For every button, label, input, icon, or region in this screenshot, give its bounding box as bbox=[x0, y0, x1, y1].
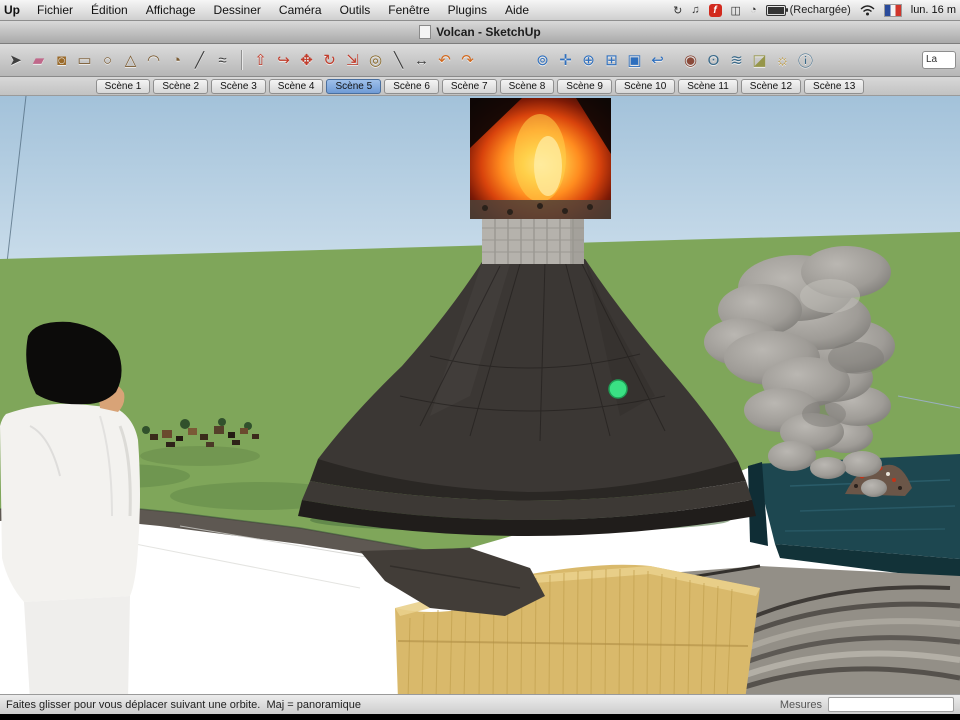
select-tool-icon[interactable]: ➤ bbox=[4, 48, 27, 72]
zoom-extents-tool-icon[interactable]: ▣ bbox=[623, 48, 646, 72]
battery-label: (Rechargée) bbox=[789, 4, 851, 16]
section-plane-tool-icon[interactable]: ◪ bbox=[748, 48, 771, 72]
model-canvas[interactable] bbox=[0, 96, 960, 694]
time-machine-icon[interactable]: ◔ bbox=[750, 4, 757, 16]
toolbar-group-walkthrough: ◉ ʘ ≋ ◪ ☼ ⓘ bbox=[679, 48, 817, 72]
scene-tab-3[interactable]: Scène 3 bbox=[211, 78, 266, 94]
circle-tool-icon[interactable]: ○ bbox=[96, 48, 119, 72]
bottom-black-strip bbox=[0, 714, 960, 720]
menu-bar: Up Fichier Édition Affichage Dessiner Ca… bbox=[0, 0, 960, 21]
french-flag-icon[interactable] bbox=[883, 3, 902, 17]
toolbar-group-draw: ➤ ▰ ◙ ▭ ○ △ ◠ ◔ ╱ ≈ ⇧ ↪ ✥ ↻ ⇲ ◎ ╲ ↔ ↶ ↷ bbox=[4, 48, 479, 72]
zoom-tool-icon[interactable]: ⊕ bbox=[577, 48, 600, 72]
status-hint: Faites glisser pour vous déplacer suivan… bbox=[6, 698, 361, 711]
menu-clock[interactable]: lun. 16 m bbox=[911, 4, 956, 16]
menu-camera[interactable]: Caméra bbox=[270, 3, 331, 17]
scene-tab-4[interactable]: Scène 4 bbox=[268, 78, 324, 94]
lava-billboard bbox=[470, 98, 611, 219]
tape-measure-tool-icon[interactable]: ╲ bbox=[387, 48, 410, 72]
toolbar: ➤ ▰ ◙ ▭ ○ △ ◠ ◔ ╱ ≈ ⇧ ↪ ✥ ↻ ⇲ ◎ ╲ ↔ ↶ ↷ … bbox=[0, 44, 960, 77]
measures-box: Mesures bbox=[780, 697, 954, 712]
rectangle-tool-icon[interactable]: ▭ bbox=[73, 48, 96, 72]
pie-tool-icon[interactable]: ◔ bbox=[165, 48, 188, 72]
facetime-icon[interactable]: f bbox=[708, 3, 722, 17]
battery-icon bbox=[765, 4, 788, 16]
menu-outils[interactable]: Outils bbox=[331, 3, 380, 17]
title-bar[interactable]: Volcan - SketchUp bbox=[0, 21, 960, 44]
zoom-window-tool-icon[interactable]: ⊞ bbox=[600, 48, 623, 72]
menu-extras: ↻ ♫ f ◫ ◔ (Rechargée) lun. 16 m bbox=[673, 3, 960, 17]
scale-tool-icon[interactable]: ⇲ bbox=[341, 48, 364, 72]
scene-tab-13[interactable]: Scène 13 bbox=[804, 78, 865, 94]
music-icon[interactable]: ♫ bbox=[691, 4, 699, 16]
menu-edition[interactable]: Édition bbox=[82, 3, 137, 17]
sync-icon[interactable]: ↻ bbox=[673, 4, 682, 17]
redo-icon[interactable]: ↷ bbox=[456, 48, 479, 72]
menu-fichier[interactable]: Fichier bbox=[28, 3, 82, 17]
model-info-icon[interactable]: ⓘ bbox=[794, 48, 817, 72]
scene-tab-10[interactable]: Scène 10 bbox=[615, 78, 676, 94]
scene-tab-12[interactable]: Scène 12 bbox=[740, 78, 802, 94]
look-around-tool-icon[interactable]: ʘ bbox=[702, 48, 725, 72]
menu-aide[interactable]: Aide bbox=[496, 3, 538, 17]
pan-tool-icon[interactable]: ✛ bbox=[554, 48, 577, 72]
line-tool-icon[interactable]: ╱ bbox=[188, 48, 211, 72]
position-camera-tool-icon[interactable]: ◉ bbox=[679, 48, 702, 72]
walk-tool-icon[interactable]: ≋ bbox=[725, 48, 748, 72]
battery-status[interactable]: (Rechargée) bbox=[765, 4, 851, 16]
sketchup-window: Up Fichier Édition Affichage Dessiner Ca… bbox=[0, 0, 960, 720]
freehand-tool-icon[interactable]: ≈ bbox=[211, 48, 234, 72]
menu-dessiner[interactable]: Dessiner bbox=[205, 3, 270, 17]
push-pull-tool-icon[interactable]: ⇧ bbox=[249, 48, 272, 72]
dimension-tool-icon[interactable]: ↔ bbox=[410, 48, 433, 72]
scene-tab-5[interactable]: Scène 5 bbox=[326, 78, 382, 94]
previous-view-icon[interactable]: ↩ bbox=[646, 48, 669, 72]
scene-tab-1[interactable]: Scène 1 bbox=[95, 78, 151, 94]
toolbar-group-camera: ⊚ ✛ ⊕ ⊞ ▣ ↩ bbox=[531, 48, 669, 72]
arc-tool-icon[interactable]: ◠ bbox=[142, 48, 165, 72]
paint-bucket-tool-icon[interactable]: ◙ bbox=[50, 48, 73, 72]
scene-tab-2[interactable]: Scène 2 bbox=[153, 78, 209, 94]
menu-affichage[interactable]: Affichage bbox=[137, 3, 205, 17]
orbit-tool-icon[interactable]: ⊚ bbox=[531, 48, 554, 72]
viewport-3d[interactable] bbox=[0, 96, 960, 694]
offset-tool-icon[interactable]: ◎ bbox=[364, 48, 387, 72]
eraser-tool-icon[interactable]: ▰ bbox=[27, 48, 50, 72]
scene-tab-11[interactable]: Scène 11 bbox=[678, 78, 738, 94]
scene-tab-strip: Scène 1 Scène 2 Scène 3 Scène 4 Scène 5 … bbox=[0, 77, 960, 96]
undo-icon[interactable]: ↶ bbox=[433, 48, 456, 72]
scene-tab-6[interactable]: Scène 6 bbox=[384, 78, 439, 94]
follow-me-tool-icon[interactable]: ↪ bbox=[272, 48, 295, 72]
menu-fenetre[interactable]: Fenêtre bbox=[379, 3, 438, 17]
polygon-tool-icon[interactable]: △ bbox=[119, 48, 142, 72]
move-tool-icon[interactable]: ✥ bbox=[295, 48, 318, 72]
wifi-icon[interactable] bbox=[860, 4, 875, 16]
green-marker-dot[interactable] bbox=[608, 379, 628, 399]
measures-label: Mesures bbox=[779, 698, 822, 711]
display-icon[interactable]: ◫ bbox=[731, 4, 741, 17]
scene-tab-7[interactable]: Scène 7 bbox=[441, 78, 497, 94]
window-title: Volcan - SketchUp bbox=[436, 25, 541, 39]
layers-field[interactable]: La bbox=[922, 51, 956, 69]
scene-tab-8[interactable]: Scène 8 bbox=[499, 78, 555, 94]
scene-tab-9[interactable]: Scène 9 bbox=[557, 78, 612, 94]
shadows-icon[interactable]: ☼ bbox=[771, 48, 794, 72]
status-bar: Faites glisser pour vous déplacer suivan… bbox=[0, 694, 960, 714]
measures-input[interactable] bbox=[828, 697, 954, 712]
menu-plugins[interactable]: Plugins bbox=[439, 3, 496, 17]
document-icon bbox=[419, 25, 432, 39]
app-menu-partial[interactable]: Up bbox=[0, 3, 28, 17]
rotate-tool-icon[interactable]: ↻ bbox=[318, 48, 341, 72]
